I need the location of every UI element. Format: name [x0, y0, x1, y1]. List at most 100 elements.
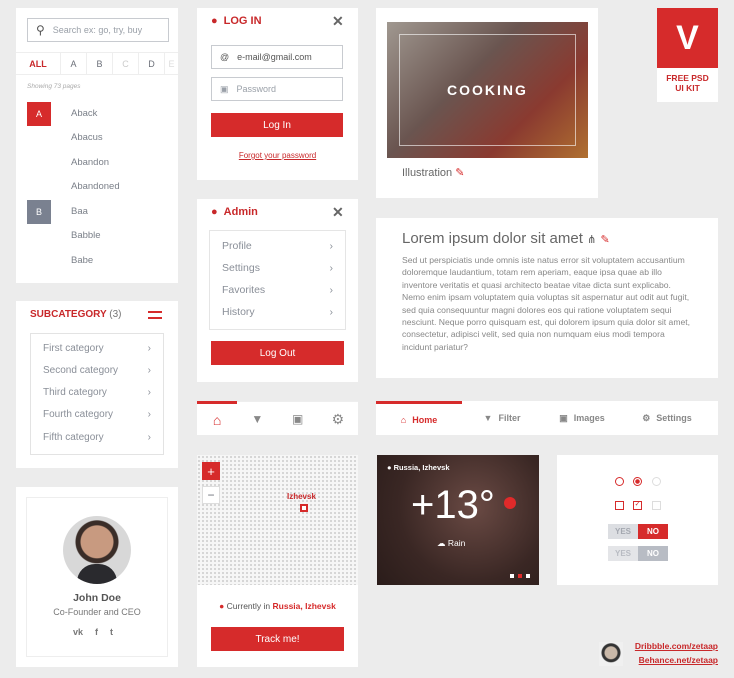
word-item[interactable]: Abandon — [71, 157, 109, 168]
profile-card: John Doe Co-Founder and CEO vk f t — [16, 487, 178, 667]
weather-condition: ☁ Rain — [437, 538, 466, 548]
word-item[interactable]: Abandoned — [71, 181, 120, 192]
word-item[interactable]: Babe — [71, 255, 93, 266]
admin-menu-history[interactable]: History › — [222, 306, 333, 318]
avatar — [63, 516, 131, 584]
at-icon: @ — [220, 52, 230, 62]
tab-d[interactable]: D — [139, 53, 165, 74]
world-map[interactable] — [197, 455, 358, 585]
tab-c[interactable]: C — [113, 53, 139, 74]
checkbox-disabled[interactable] — [652, 501, 661, 510]
radio-unchecked[interactable] — [615, 477, 624, 486]
tab-a[interactable]: A — [61, 53, 87, 74]
checkbox-unchecked[interactable] — [615, 501, 624, 510]
zoom-in-button[interactable]: + — [202, 462, 220, 480]
subcategory-item[interactable]: Fifth category › — [43, 432, 151, 443]
article-body: Sed ut perspiciatis unde omnis iste natu… — [402, 255, 691, 352]
weather-temperature: +13° — [411, 483, 495, 527]
location-pin-icon: ● — [387, 463, 392, 472]
tab-images[interactable]: ▣ Images — [542, 401, 622, 435]
chevron-right-icon: › — [147, 343, 151, 354]
subcategory-item[interactable]: Second category › — [43, 365, 151, 376]
image-icon[interactable]: ▣ — [278, 402, 318, 435]
admin-menu-settings[interactable]: Settings › — [222, 262, 333, 274]
user-icon: ● — [211, 15, 218, 27]
tab-filter[interactable]: ▼ Filter — [462, 401, 542, 435]
home-icon[interactable]: ⌂ — [197, 401, 238, 435]
admin-title: ● Admin — [211, 206, 258, 218]
profile-name: John Doe — [73, 592, 121, 604]
article-title: Lorem ipsum dolor sit amet ⋔ ✎ — [402, 230, 610, 247]
illustration-caption: Illustration ✎ — [402, 167, 465, 179]
letter-badge-a: A — [27, 102, 51, 126]
radio-checked[interactable] — [633, 477, 642, 486]
dribbble-link[interactable]: Dribbble.com/zetaap — [635, 641, 718, 651]
tab-settings[interactable]: ⚙ Settings — [622, 401, 712, 435]
subcategory-item[interactable]: First category › — [43, 343, 151, 354]
toggle-disabled[interactable]: YES NO — [608, 546, 668, 561]
filter-icon[interactable]: ▼ — [237, 402, 277, 435]
logo: V FREE PSD UI KIT — [657, 8, 718, 102]
letter-badge-b: B — [27, 200, 51, 224]
subcategory-title: SUBCATEGORY (3) — [30, 309, 122, 320]
search-icon: ⚲ — [36, 23, 45, 37]
form-controls: ✓ YES NO YES NO — [557, 455, 718, 585]
subcategory-list: First category › Second category › Third c… — [30, 333, 164, 455]
login-button[interactable]: Log In — [211, 113, 343, 137]
alphabet-tabs: ALL A B C D E — [16, 52, 178, 75]
admin-menu-profile[interactable]: Profile › — [222, 240, 333, 252]
tab-e[interactable]: E — [165, 53, 178, 74]
twitter-icon[interactable]: t — [110, 627, 113, 637]
dictionary-panel: ⚲ Search ex: go, try, buy ALL A B C D E … — [16, 8, 178, 283]
user-icon: ● — [211, 206, 218, 218]
email-field[interactable]: @ e-mail@gmail.com — [211, 45, 343, 69]
share-icon[interactable]: ⋔ — [587, 234, 596, 246]
chevron-right-icon: › — [329, 284, 334, 296]
profile-role: Co-Founder and CEO — [53, 607, 141, 617]
showing-count: Showing 73 pages — [27, 83, 81, 90]
chevron-right-icon: › — [147, 365, 151, 376]
chevron-right-icon: › — [329, 240, 334, 252]
zoom-out-button[interactable]: − — [202, 486, 220, 504]
article-card: Lorem ipsum dolor sit amet ⋔ ✎ Sed ut pe… — [376, 218, 718, 378]
close-icon[interactable]: ✕ — [332, 204, 344, 221]
cooking-overlay-text: COOKING — [447, 82, 528, 98]
toggle-active[interactable]: YES NO — [608, 524, 668, 539]
settings-icon[interactable]: ⚙ — [318, 402, 358, 435]
subcategory-item[interactable]: Fourth category › — [43, 409, 151, 420]
tab-b[interactable]: B — [87, 53, 113, 74]
search-input[interactable]: ⚲ Search ex: go, try, buy — [27, 18, 169, 42]
chevron-right-icon: › — [147, 432, 151, 443]
close-icon[interactable]: ✕ — [332, 13, 344, 30]
word-item[interactable]: Baa — [71, 206, 88, 217]
admin-menu-favorites[interactable]: Favorites › — [222, 284, 333, 296]
facebook-icon[interactable]: f — [95, 627, 98, 637]
checkbox-checked[interactable]: ✓ — [633, 501, 642, 510]
admin-panel: ● Admin ✕ Profile › Settings › Favorites › H… — [197, 199, 358, 382]
edit-icon[interactable]: ✎ — [600, 234, 609, 246]
radio-disabled[interactable] — [652, 477, 661, 486]
word-item[interactable]: Abacus — [71, 132, 103, 143]
word-item[interactable]: Aback — [71, 108, 97, 119]
edit-icon[interactable]: ✎ — [455, 167, 464, 179]
carousel-dots[interactable] — [510, 574, 530, 578]
weather-location: ● Russia, Izhevsk — [387, 463, 450, 472]
chevron-right-icon: › — [147, 387, 151, 398]
forgot-password-link[interactable]: Forgot your password — [197, 151, 358, 160]
logout-button[interactable]: Log Out — [211, 341, 344, 365]
word-item[interactable]: Babble — [71, 230, 101, 241]
vk-icon[interactable]: vk — [73, 627, 83, 637]
tab-all[interactable]: ALL — [16, 53, 61, 74]
login-title: ● LOG IN — [211, 15, 262, 27]
track-me-button[interactable]: Track me! — [211, 627, 344, 651]
behance-link[interactable]: Behance.net/zetaap — [639, 655, 718, 665]
menu-icon[interactable] — [148, 311, 162, 319]
subcategory-item[interactable]: Third category › — [43, 387, 151, 398]
password-field[interactable]: ▣ Password — [211, 77, 343, 101]
map-marker-icon[interactable] — [300, 504, 308, 512]
tab-home[interactable]: ⌂ Home — [376, 401, 462, 435]
home-icon: ⌂ — [400, 414, 407, 425]
location-text: ● Currently in Russia, Izhevsk — [219, 601, 336, 611]
subcategory-panel: SUBCATEGORY (3) First category › Second c… — [16, 301, 178, 468]
cooking-image[interactable]: COOKING — [387, 22, 588, 158]
